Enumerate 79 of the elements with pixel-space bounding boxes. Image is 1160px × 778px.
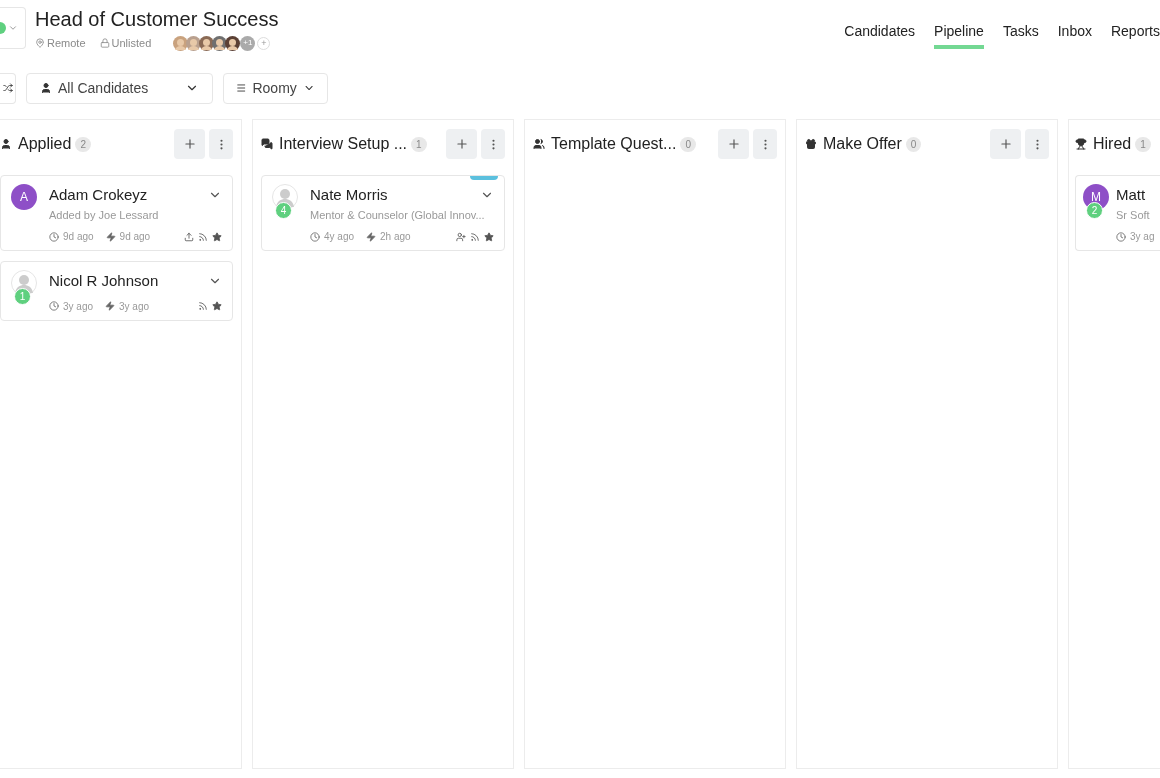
count-badge: 0 — [905, 136, 922, 152]
star-icon — [212, 231, 222, 242]
created-time: 3y ago — [63, 299, 94, 314]
add-button[interactable] — [174, 129, 205, 159]
candidate-name[interactable]: Nicol R Johnson — [49, 270, 159, 293]
nav-tab[interactable]: Pipeline — [934, 21, 984, 49]
star-icon — [212, 301, 222, 311]
count-badge: 1 — [411, 136, 427, 152]
plus-icon — [182, 137, 197, 151]
more-button[interactable] — [753, 129, 777, 159]
clock-icon — [310, 231, 320, 242]
nav-tab[interactable]: Inbox — [1057, 21, 1092, 49]
density-dropdown[interactable]: Roomy — [223, 72, 328, 104]
candidate-subtitle: Mentor & Counselor (Global Innov... — [310, 207, 485, 223]
avatar: A — [11, 184, 37, 210]
bolt-icon — [105, 231, 116, 242]
column-title: Hired — [1093, 134, 1132, 154]
more-button[interactable] — [481, 129, 505, 159]
shuffle-icon — [3, 83, 13, 93]
column-title: Interview Setup ... — [279, 134, 408, 154]
nav-tab[interactable]: Tasks — [1002, 21, 1039, 49]
star-icon — [484, 231, 494, 242]
created-time: 3y ag — [1130, 230, 1155, 244]
users-icon — [533, 138, 545, 150]
candidate-name[interactable]: Matt — [1116, 184, 1146, 207]
activity-time: 3y ago — [119, 299, 150, 314]
list-icon — [236, 82, 247, 94]
count-badge: 0 — [680, 136, 696, 152]
created-time: 4y ago — [324, 230, 355, 244]
location-icon — [35, 38, 45, 49]
nav-tab[interactable]: Reports — [1110, 21, 1160, 49]
candidate-subtitle: Sr Soft — [1116, 207, 1150, 223]
chat-icon — [261, 138, 273, 150]
candidate-card[interactable]: 1 Nicol R Johnson 3y ago 3y ago — [0, 261, 233, 321]
nav-tab[interactable]: Candidates — [844, 21, 916, 49]
rss-icon — [470, 231, 480, 242]
count-badge: 1 — [1135, 136, 1151, 152]
add-button[interactable] — [718, 129, 749, 159]
user-plus-icon — [456, 231, 466, 242]
plus-icon — [454, 137, 469, 151]
lock-icon — [99, 38, 110, 49]
bolt-icon — [366, 231, 377, 242]
count-badge: 2 — [75, 136, 91, 152]
gift-icon — [805, 138, 817, 150]
plus-icon — [998, 137, 1013, 151]
column-title: Applied — [18, 134, 72, 154]
candidate-subtitle: Added by Joe Lessard — [49, 207, 159, 223]
user-icon — [0, 138, 12, 150]
add-button[interactable] — [990, 129, 1021, 159]
clock-icon — [49, 301, 59, 311]
caret-icon — [8, 23, 18, 33]
rss-icon — [198, 231, 208, 242]
more-button[interactable] — [209, 129, 233, 159]
more-button[interactable] — [1025, 129, 1049, 159]
column-title: Make Offer — [823, 134, 902, 154]
user-icon — [40, 82, 52, 94]
add-button[interactable] — [446, 129, 477, 159]
bolt-icon — [105, 301, 116, 311]
activity-time: 9d ago — [119, 230, 151, 244]
candidate-card[interactable]: M 2 Matt Sr Soft 3y ag — [1075, 175, 1160, 251]
clock-icon — [1116, 231, 1126, 242]
candidate-card[interactable]: 4 Nate Morris Mentor & Counselor (Global Innov... 4y ago 2h ago — [261, 175, 505, 251]
activity-time: 2h ago — [380, 230, 411, 244]
candidate-name[interactable]: Adam Crokeyz — [49, 184, 148, 207]
rss-icon — [198, 301, 208, 311]
created-time: 9d ago — [63, 230, 94, 244]
location-label: Remote — [47, 36, 86, 51]
trophy-icon — [1075, 138, 1087, 150]
clock-icon — [49, 231, 59, 242]
status-dropdown[interactable] — [0, 7, 26, 49]
plus-icon — [726, 137, 741, 151]
visibility-label: Unlisted — [111, 36, 152, 51]
shuffle-button[interactable] — [0, 72, 16, 104]
candidate-name[interactable]: Nate Morris — [310, 184, 388, 207]
column-title: Template Quest... — [551, 134, 677, 154]
upload-icon — [184, 231, 194, 242]
audience-dropdown[interactable]: All Candidates — [26, 72, 213, 104]
candidate-card[interactable]: A Adam Crokeyz Added by Joe Lessard 9d ago 9d ago — [0, 175, 233, 251]
job-title: Head of Customer Success — [35, 7, 279, 31]
